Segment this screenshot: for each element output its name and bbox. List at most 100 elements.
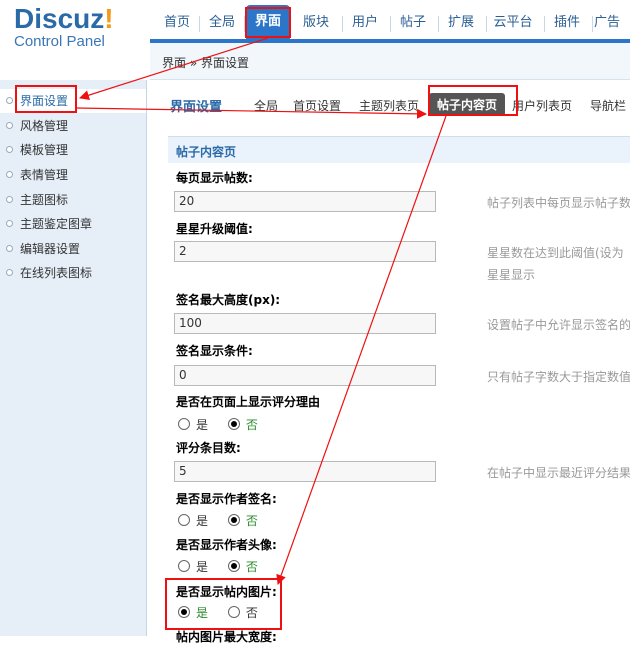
bullet-icon [6,245,13,252]
radio-checked-icon [227,514,240,526]
signature-max-height-input[interactable]: 100 [174,313,436,334]
signature-condition-hint: 只有帖子字数大于指定数值 [487,370,630,384]
show-avatar-yes[interactable]: 是 [178,558,208,575]
show-rate-reason-no[interactable]: 否 [227,416,258,433]
show-avatar-radio-group: 是 否 [178,558,274,575]
sidebar: 界面设置 风格管理 模板管理 表情管理 主题图标 主题鉴定图章 编辑器设置 在线… [0,80,147,636]
topnav-threads[interactable]: 帖子 [394,11,432,35]
show-rate-reason-yes[interactable]: 是 [178,416,208,433]
tab-global[interactable]: 全局 [254,97,278,114]
sidebar-item-templates[interactable]: 模板管理 [0,138,146,162]
bullet-icon [6,97,13,104]
rate-count-label: 评分条目数: [176,441,241,455]
sidebar-item-thread-icons[interactable]: 主题图标 [0,188,146,212]
sidebar-item-label: 在线列表图标 [20,266,93,280]
sidebar-item-label: 模板管理 [20,143,69,157]
show-avatar-no[interactable]: 否 [227,558,258,575]
topnav-plugins[interactable]: 插件 [548,11,586,35]
show-signature-label: 是否显示作者签名: [176,492,277,506]
annotation-box-sidebar [15,85,77,113]
radio-checked-icon [227,418,240,430]
rate-count-hint: 在帖子中显示最近评分结果 [487,466,630,480]
bullet-icon [6,196,13,203]
section-header: 帖子内容页 [168,136,630,163]
annotation-box-field [165,578,282,630]
topnav-global[interactable]: 全局 [203,11,241,35]
logo-bang: ! [104,3,114,34]
star-threshold-hint-2: 星星显示 [487,268,536,282]
header: Discuz! Control Panel 首页 全局 界面 版块 用户 帖子 … [0,0,630,50]
annotation-box-topnav [245,7,291,38]
star-threshold-input[interactable]: 2 [174,241,436,262]
bullet-icon [6,146,13,153]
sub-navigation: 界面设置 全局 首页设置 主题列表页 帖子内容页 用户列表页 导航栏 [150,80,630,124]
radio-icon [178,514,190,526]
radio-label: 否 [245,418,258,432]
sidebar-item-label: 主题图标 [20,193,69,207]
tab-home-settings[interactable]: 首页设置 [293,97,341,114]
topnav-separator [342,16,343,32]
sidebar-item-label: 风格管理 [20,119,69,133]
topnav-separator [544,16,545,32]
radio-label: 是 [196,418,209,432]
topnav-separator [592,16,593,32]
section-title: 帖子内容页 [176,145,237,159]
subnav-title: 界面设置 [170,100,223,115]
radio-icon [178,560,190,572]
topnav-extensions[interactable]: 扩展 [442,11,480,35]
signature-condition-input[interactable]: 0 [174,365,436,386]
tab-navbar[interactable]: 导航栏 [590,97,626,114]
sidebar-item-label: 编辑器设置 [20,242,81,256]
topnav-forums[interactable]: 版块 [296,11,336,35]
breadcrumb: 界面 » 界面设置 [150,43,630,80]
show-signature-radio-group: 是 否 [178,512,274,529]
radio-label: 否 [245,560,258,574]
logo: Discuz! Control Panel [14,4,114,50]
topnav-users[interactable]: 用户 [346,11,384,35]
sidebar-item-style[interactable]: 风格管理 [0,114,146,138]
top-navigation: 首页 全局 界面 版块 用户 帖子 扩展 云平台 插件 广告 [150,0,630,40]
topnav-ads[interactable]: 广告 [594,11,630,35]
bullet-icon [6,122,13,129]
bullet-icon [6,269,13,276]
settings-form: 帖子内容页 每页显示帖数: 20 帖子列表中每页显示帖子数 星星升级阈值: 2 … [168,136,630,644]
sidebar-item-label: 主题鉴定图章 [20,217,93,231]
sidebar-item-editor[interactable]: 编辑器设置 [0,237,146,261]
tab-thread-list[interactable]: 主题列表页 [359,97,419,114]
star-threshold-hint: 星星数在达到此阈值(设为 [487,246,624,260]
topnav-cloud[interactable]: 云平台 [488,11,538,35]
show-rate-reason-radio-group: 是 否 [178,416,274,433]
topnav-home[interactable]: 首页 [158,11,196,35]
topnav-separator [390,16,391,32]
sidebar-item-label: 表情管理 [20,168,69,182]
show-signature-yes[interactable]: 是 [178,512,208,529]
sidebar-item-smilies[interactable]: 表情管理 [0,163,146,187]
show-rate-reason-label: 是否在页面上显示评分理由 [176,395,321,409]
show-signature-no[interactable]: 否 [227,512,258,529]
radio-checked-icon [227,560,240,572]
rate-count-input[interactable]: 5 [174,461,436,482]
topnav-separator [486,16,487,32]
logo-brand: Discuz [14,3,105,34]
radio-label: 是 [196,560,209,574]
image-max-width-label: 帖内图片最大宽度: [176,630,277,644]
radio-icon [178,418,190,430]
posts-per-page-input[interactable]: 20 [174,191,436,212]
bullet-icon [6,220,13,227]
topnav-separator [199,16,200,32]
breadcrumb-text: 界面 » 界面设置 [162,56,249,70]
annotation-box-tab [428,85,518,116]
tab-member-list[interactable]: 用户列表页 [512,97,572,114]
bullet-icon [6,171,13,178]
signature-condition-label: 签名显示条件: [176,344,253,358]
sidebar-item-stamps[interactable]: 主题鉴定图章 [0,212,146,236]
star-threshold-label: 星星升级阈值: [176,222,253,236]
topnav-separator [438,16,439,32]
posts-per-page-hint: 帖子列表中每页显示帖子数 [487,196,630,210]
signature-max-height-label: 签名最大高度(px): [176,293,281,307]
sidebar-item-online-icons[interactable]: 在线列表图标 [0,261,146,285]
radio-label: 否 [245,514,258,528]
posts-per-page-label: 每页显示帖数: [176,171,253,185]
radio-label: 是 [196,514,209,528]
logo-subtitle: Control Panel [14,33,105,50]
